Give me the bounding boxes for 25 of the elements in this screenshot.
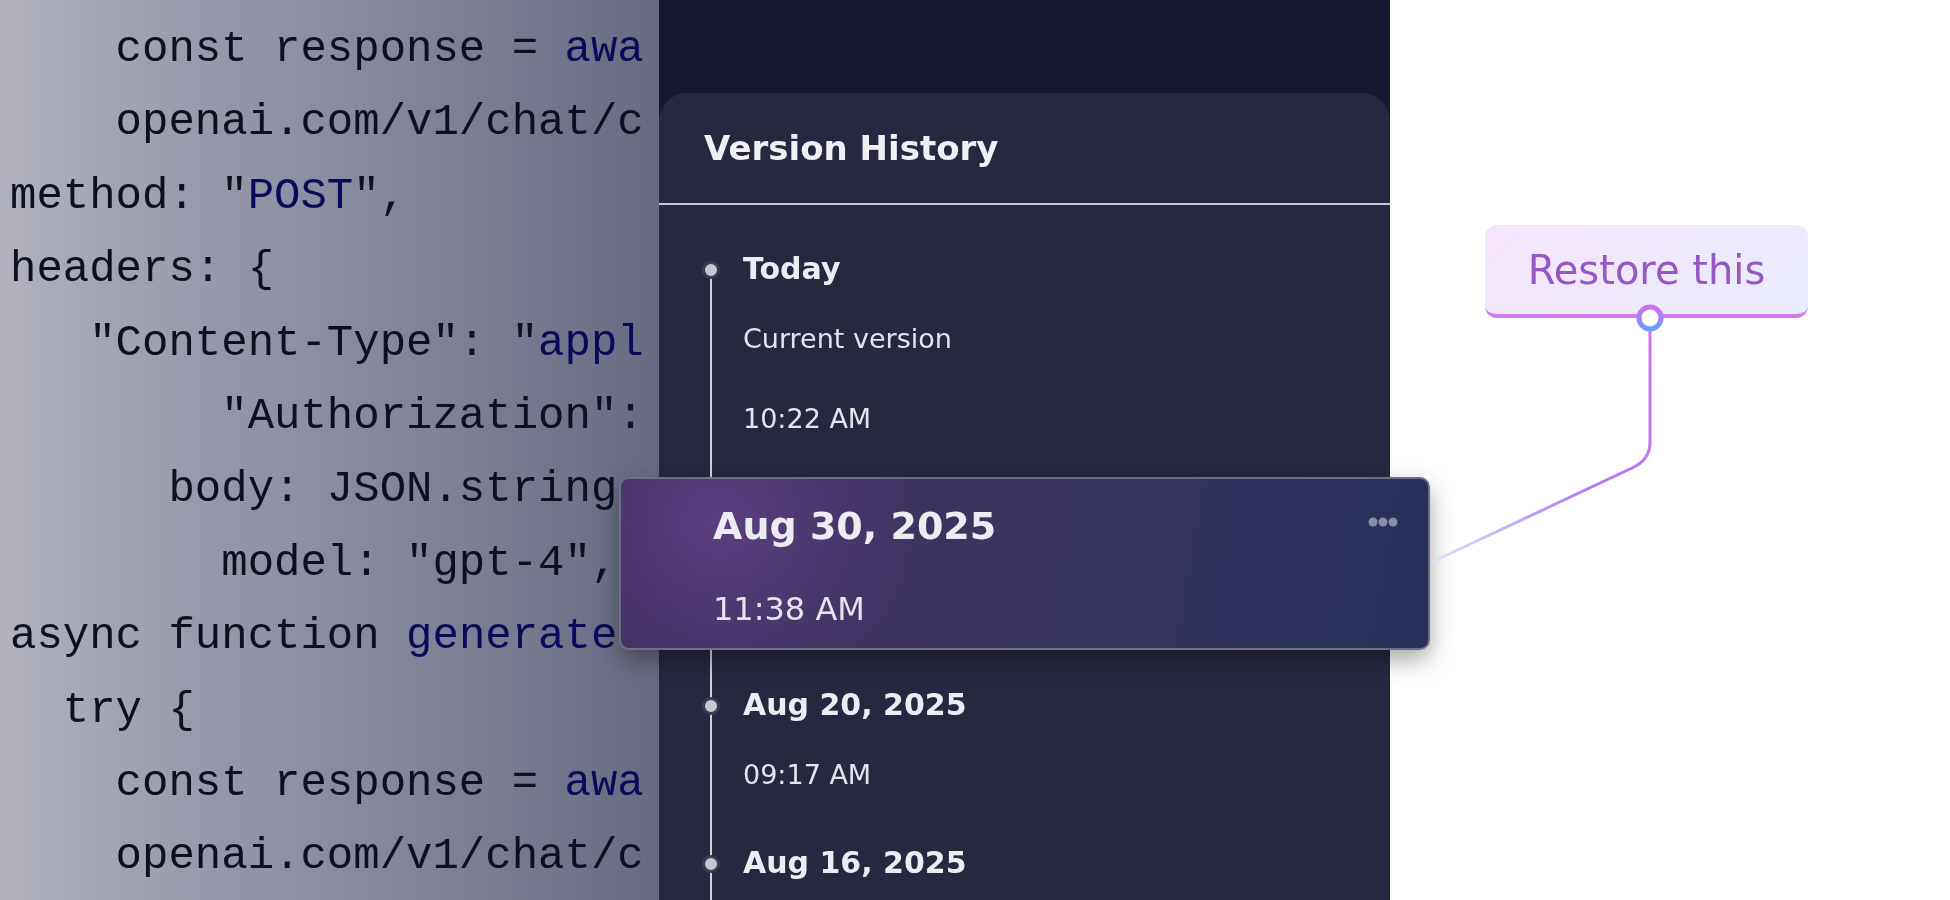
version-date[interactable]: Aug 20, 2025 [743,675,967,735]
more-icon[interactable] [1368,517,1398,527]
code-line: method: "POST", [9,169,407,223]
version-card[interactable]: Aug 30, 2025 11:38 AM [619,477,1430,650]
code-line: "Content-Type": "appl [88,316,644,370]
restore-button[interactable]: Restore this [1485,225,1808,318]
code-line: try { [61,683,195,737]
connector-handle[interactable] [1636,304,1664,332]
code-line: body: JSON.string [167,463,618,517]
code-line: model: "gpt-4", [220,536,618,590]
version-detail: 10:22 AM [743,402,872,436]
code-line: openai.com/v1/chat/c [114,96,644,150]
panel-title: Version History [704,128,999,168]
version-detail: Current version [743,322,952,356]
version-date[interactable]: Aug 16, 2025 [743,833,967,893]
version-date[interactable]: Today [743,239,841,299]
code-line: const response = awa [114,23,644,76]
code-line: "Authorization": [220,389,644,443]
code-line: headers: { [9,243,275,297]
code-line: openai.com/v1/chat/c [114,830,644,884]
code-line: const response = awa [114,756,644,810]
version-detail: 09:17 AM [743,758,872,792]
code-line: async function generate [9,610,618,664]
version-date: Aug 30, 2025 [713,503,997,550]
version-time: 11:38 AM [713,589,865,630]
